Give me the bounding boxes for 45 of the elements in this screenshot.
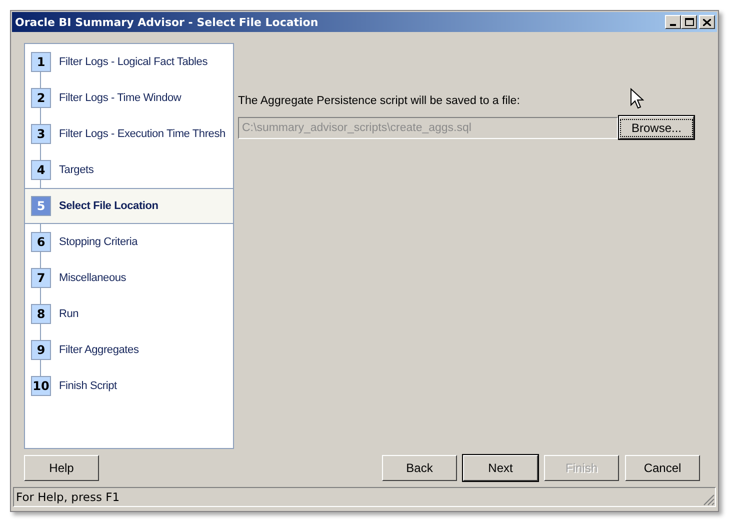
wizard-button[interactable]: Cancel bbox=[625, 455, 700, 481]
step-number: 5 bbox=[31, 196, 51, 216]
step-label: Targets bbox=[59, 164, 94, 176]
step-label: Filter Logs - Time Window bbox=[59, 92, 182, 104]
step-item[interactable]: 4 Targets bbox=[25, 152, 233, 188]
step-number: 7 bbox=[31, 268, 51, 288]
prompt-text: The Aggregate Persistence script will be saved to a file: bbox=[238, 95, 520, 107]
browse-button[interactable]: Browse... bbox=[619, 116, 694, 139]
step-item[interactable]: 9 Filter Aggregates bbox=[25, 332, 233, 368]
step-item[interactable]: 3 Filter Logs - Execution Time Thresh bbox=[25, 116, 233, 152]
step-number: 3 bbox=[31, 124, 51, 144]
help-button[interactable]: Help bbox=[24, 455, 99, 481]
mouse-pointer-icon bbox=[630, 88, 644, 110]
step-label: Filter Logs - Execution Time Thresh bbox=[59, 128, 226, 140]
step-item[interactable]: 10 Finish Script bbox=[25, 368, 233, 404]
wizard-button[interactable]: Back bbox=[382, 455, 457, 481]
step-label: Run bbox=[59, 308, 79, 320]
step-label: Stopping Criteria bbox=[59, 236, 138, 248]
step-label: Miscellaneous bbox=[59, 272, 126, 284]
resize-grip-icon[interactable] bbox=[703, 494, 715, 506]
close-button[interactable] bbox=[699, 15, 715, 29]
step-number: 1 bbox=[31, 52, 51, 72]
step-number: 2 bbox=[31, 88, 51, 108]
minimize-button[interactable] bbox=[665, 15, 681, 29]
step-number: 9 bbox=[31, 340, 51, 360]
status-text: For Help, press F1 bbox=[16, 490, 120, 504]
wizard-button[interactable]: Next bbox=[463, 455, 538, 481]
step-label: Finish Script bbox=[59, 380, 117, 392]
step-item[interactable]: 1 Filter Logs - Logical Fact Tables bbox=[25, 44, 233, 80]
step-number: 6 bbox=[31, 232, 51, 252]
step-number: 8 bbox=[31, 304, 51, 324]
close-icon bbox=[703, 18, 711, 26]
step-item[interactable]: 6 Stopping Criteria bbox=[25, 224, 233, 260]
step-item[interactable]: 7 Miscellaneous bbox=[25, 260, 233, 296]
step-number: 4 bbox=[31, 160, 51, 180]
step-label: Filter Logs - Logical Fact Tables bbox=[59, 56, 208, 68]
maximize-icon bbox=[684, 18, 694, 26]
window-title: Oracle BI Summary Advisor - Select File Location bbox=[15, 16, 318, 28]
maximize-button[interactable] bbox=[681, 15, 697, 29]
step-label: Select File Location bbox=[59, 200, 158, 212]
step-item[interactable]: 2 Filter Logs - Time Window bbox=[25, 80, 233, 116]
step-number: 10 bbox=[31, 376, 51, 396]
step-item[interactable]: 5 Select File Location bbox=[25, 188, 233, 224]
step-label: Filter Aggregates bbox=[59, 344, 139, 356]
step-item[interactable]: 8 Run bbox=[25, 296, 233, 332]
